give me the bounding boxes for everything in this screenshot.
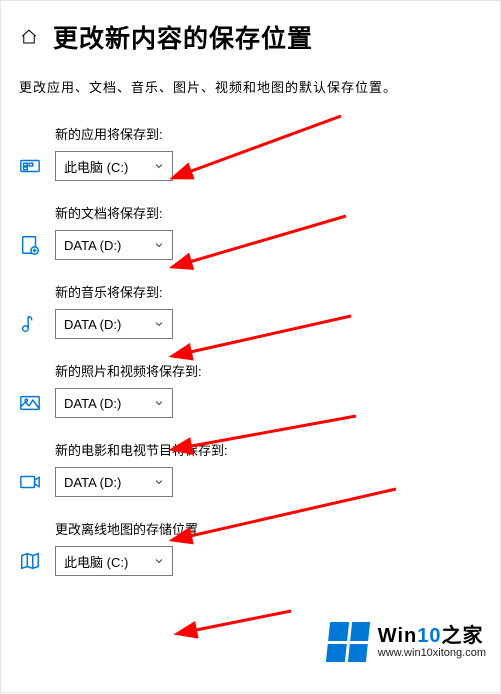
photos-select[interactable]: DATA (D:)	[55, 388, 173, 418]
watermark-brand: Win10之家	[378, 625, 486, 647]
windows-logo-icon	[326, 622, 370, 662]
chevron-down-icon	[152, 159, 166, 173]
chevron-down-icon	[152, 238, 166, 252]
apps-select[interactable]: 此电脑 (C:)	[55, 151, 173, 181]
chevron-down-icon	[152, 396, 166, 410]
chevron-down-icon	[152, 317, 166, 331]
photos-icon	[19, 392, 41, 414]
music-select[interactable]: DATA (D:)	[55, 309, 173, 339]
docs-icon	[19, 234, 41, 256]
page-title: 更改新内容的保存位置	[53, 19, 313, 55]
movies-icon	[19, 471, 41, 493]
music-icon	[19, 313, 41, 335]
docs-select-value: DATA (D:)	[64, 238, 121, 253]
movies-select[interactable]: DATA (D:)	[55, 467, 173, 497]
maps-select[interactable]: 此电脑 (C:)	[55, 546, 173, 576]
apps-icon	[19, 155, 41, 177]
maps-select-value: 此电脑 (C:)	[64, 552, 128, 571]
apps-select-value: 此电脑 (C:)	[64, 157, 128, 176]
docs-label: 新的文档将保存到:	[55, 203, 482, 222]
maps-icon	[19, 550, 41, 572]
watermark-url: www.win10xitong.com	[378, 647, 486, 659]
music-select-value: DATA (D:)	[64, 317, 121, 332]
home-icon[interactable]	[19, 27, 39, 47]
docs-select[interactable]: DATA (D:)	[55, 230, 173, 260]
apps-label: 新的应用将保存到:	[55, 124, 482, 143]
maps-label: 更改离线地图的存储位置	[55, 519, 482, 538]
movies-label: 新的电影和电视节目将保存到:	[55, 440, 482, 459]
page-subtitle: 更改应用、文档、音乐、图片、视频和地图的默认保存位置。	[1, 63, 500, 102]
music-label: 新的音乐将保存到:	[55, 282, 482, 301]
photos-select-value: DATA (D:)	[64, 396, 121, 411]
chevron-down-icon	[152, 554, 166, 568]
chevron-down-icon	[152, 475, 166, 489]
photos-label: 新的照片和视频将保存到:	[55, 361, 482, 380]
movies-select-value: DATA (D:)	[64, 475, 121, 490]
watermark: Win10之家 www.win10xitong.com	[328, 622, 486, 662]
